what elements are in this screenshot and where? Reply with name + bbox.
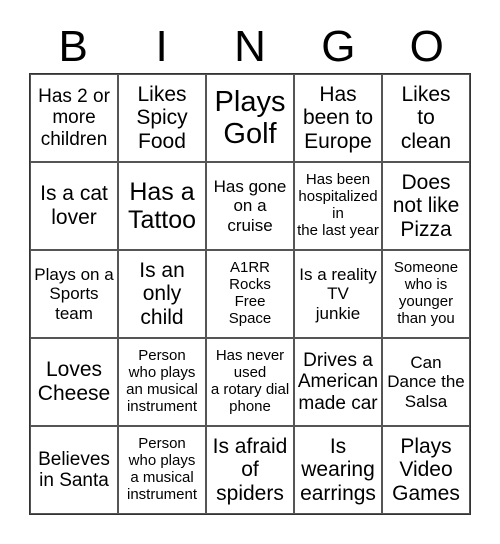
bingo-cell[interactable]: Has 2 or more children: [30, 74, 118, 162]
bingo-header: B I N G O: [29, 22, 471, 72]
bingo-cell[interactable]: A1RR Rocks Free Space: [206, 250, 294, 338]
header-letter-b: B: [58, 22, 88, 71]
bingo-cell[interactable]: Plays on a Sports team: [30, 250, 118, 338]
bingo-cell[interactable]: Has gone on a cruise: [206, 162, 294, 250]
bingo-cell[interactable]: Believes in Santa: [30, 426, 118, 514]
header-letter-g: G: [321, 22, 356, 71]
header-letter-o: O: [409, 22, 444, 71]
bingo-grid: Has 2 or more children Likes Spicy Food Pl…: [29, 73, 471, 515]
bingo-cell[interactable]: Plays Video Games: [382, 426, 470, 514]
bingo-cell[interactable]: Plays Golf: [206, 74, 294, 162]
bingo-cell[interactable]: Is an only child: [118, 250, 206, 338]
bingo-cell[interactable]: Loves Cheese: [30, 338, 118, 426]
bingo-cell[interactable]: Likes Spicy Food: [118, 74, 206, 162]
bingo-cell[interactable]: Has been to Europe: [294, 74, 382, 162]
bingo-cell[interactable]: Has been hospitalized in the last year: [294, 162, 382, 250]
bingo-cell[interactable]: Has a Tattoo: [118, 162, 206, 250]
header-letter-n: N: [234, 22, 266, 71]
bingo-cell[interactable]: Is a reality TV junkie: [294, 250, 382, 338]
bingo-cell[interactable]: Drives a American made car: [294, 338, 382, 426]
bingo-cell[interactable]: Has never used a rotary dial phone: [206, 338, 294, 426]
bingo-cell[interactable]: Likes to clean: [382, 74, 470, 162]
bingo-cell[interactable]: Is a cat lover: [30, 162, 118, 250]
bingo-cell[interactable]: Someone who is younger than you: [382, 250, 470, 338]
bingo-cell[interactable]: Is afraid of spiders: [206, 426, 294, 514]
bingo-cell[interactable]: Person who plays an musical instrument: [118, 338, 206, 426]
bingo-cell[interactable]: Is wearing earrings: [294, 426, 382, 514]
bingo-cell[interactable]: Can Dance the Salsa: [382, 338, 470, 426]
header-letter-i: I: [155, 22, 168, 71]
bingo-cell[interactable]: Does not like Pizza: [382, 162, 470, 250]
bingo-cell[interactable]: Person who plays a musical instrument: [118, 426, 206, 514]
